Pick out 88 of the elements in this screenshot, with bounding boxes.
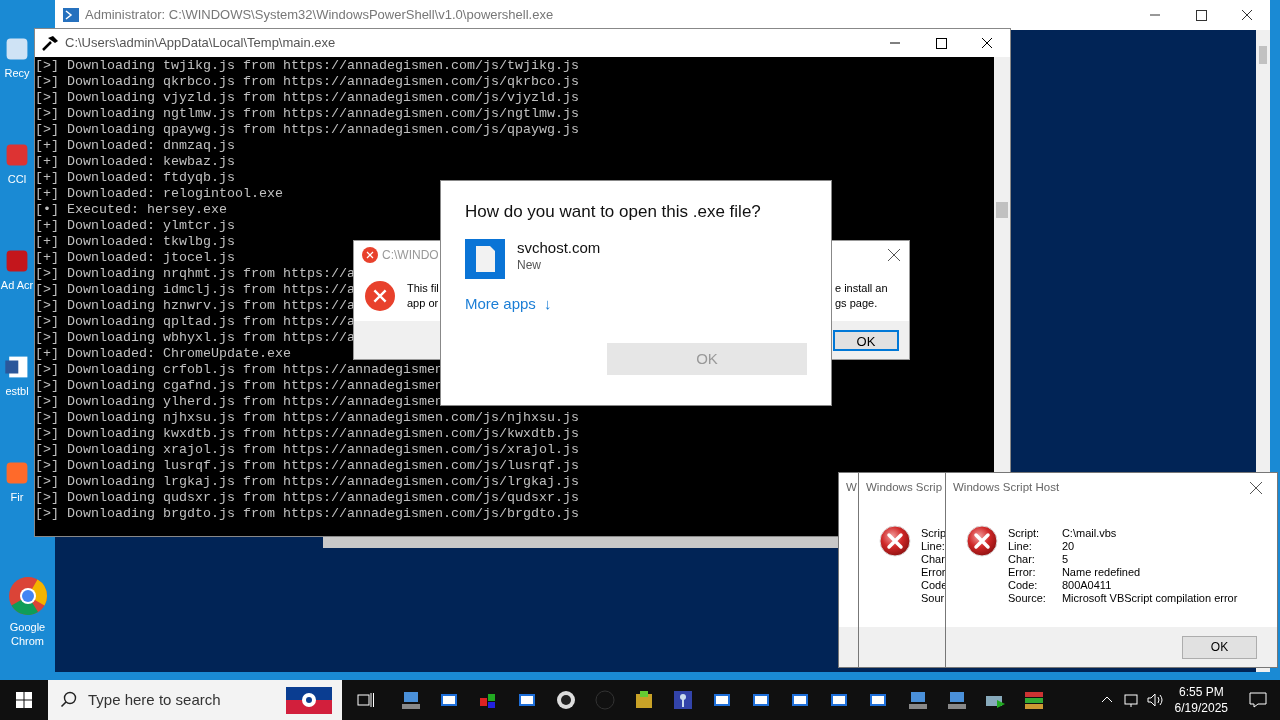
task-view-icon[interactable] [357, 692, 375, 708]
console-line: [>] Downloading kwxdtb.js from https://annadegismen.com/js/kwxdtb.js [35, 426, 579, 442]
field-value: C:\mail.vbs [1061, 527, 1118, 540]
field-label: Line: [921, 540, 946, 553]
console-line: [+] Downloaded: jtocel.js [35, 250, 235, 266]
console-line: [>] Downloading idmclj.js from https://a [35, 282, 355, 298]
field-label: Char: [1008, 553, 1036, 566]
field-label: Error: [1008, 566, 1037, 579]
console-line: [>] Downloading ylherd.js from https://annadegismen [35, 394, 443, 410]
console-line: [>] Downloading twjikg.js from https://annadegismen.com/js/twjikg.js [35, 58, 579, 74]
console-line: [+] Downloaded: dnmzaq.js [35, 138, 235, 154]
error-icon [365, 281, 395, 311]
console-line: [>] Downloading qpltad.js from https://a [35, 314, 355, 330]
error-icon [966, 525, 998, 557]
ok-button[interactable]: OK [1182, 635, 1257, 659]
console-line: [>] Downloading cgafnd.js from https://annadegismen [35, 378, 443, 394]
field-value: 800A0411 [1061, 579, 1113, 592]
close-icon[interactable] [887, 248, 901, 262]
field-value: 5 [1061, 553, 1070, 566]
chrome-icon[interactable] [7, 576, 48, 616]
field-label: Code: [1008, 579, 1039, 592]
console-line: [>] Downloading qpaywg.js from https://annadegismen.com/js/qpaywg.js [35, 122, 579, 138]
ok-button[interactable]: OK [833, 329, 899, 351]
console-line: [>] Downloading njhxsu.js from https://annadegismen.com/js/njhxsu.js [35, 410, 579, 426]
console-line: [+] Downloaded: ftdyqb.js [35, 170, 235, 186]
icon-label: Recy [4, 66, 30, 80]
powershell-icon [63, 8, 79, 22]
error-message: app or [407, 296, 439, 311]
field-label: Char [921, 553, 946, 566]
close-icon[interactable] [1249, 481, 1263, 495]
word-icon[interactable] [4, 354, 30, 380]
horizontal-scrollbar[interactable] [323, 537, 838, 548]
dialog-title: Windows Script Host [953, 480, 1060, 496]
clock-date[interactable]: 6/19/2025 [1174, 700, 1228, 716]
field-label: Line: [1008, 540, 1033, 553]
console-line: [+] Downloaded: relogintool.exe [35, 186, 283, 202]
error-icon [879, 525, 911, 557]
file-icon [465, 238, 505, 279]
console-line: [•] Executed: hersey.exe [35, 202, 227, 218]
field-label: Script: [1008, 527, 1041, 540]
console-line: [>] Downloading hznwrv.js from https://a [35, 298, 355, 314]
dialog-title: C:\WINDO [382, 247, 439, 264]
window-title: C:\Users\admin\AppData\Local\Temp\main.exe [65, 34, 336, 53]
field-label: Error [921, 566, 947, 579]
more-apps-link[interactable]: More apps ↓ [465, 292, 552, 315]
field-value: 20 [1061, 540, 1076, 553]
console-line: [+] Downloaded: ylmtcr.js [35, 218, 235, 234]
dialog-title: Windows Scrip [866, 480, 943, 496]
console-line: [>] Downloading wbhyxl.js from https://a [35, 330, 355, 346]
clock-time[interactable]: 6:55 PM [1178, 684, 1224, 700]
error-icon [362, 247, 378, 263]
console-line: [>] Downloading brgdto.js from https://annadegismen.com/js/brgdto.js [35, 506, 579, 522]
app-note: New [517, 256, 542, 273]
search-placeholder: Type here to search [88, 689, 221, 710]
console-line: [>] Downloading nrqhmt.js from https://a [35, 266, 355, 282]
field-label: Sour [921, 592, 946, 605]
console-line: [>] Downloading ngtlmw.js from https://annadegismen.com/js/ngtlmw.js [35, 106, 579, 122]
console-line: [>] Downloading crfobl.js from https://annadegismen [35, 362, 443, 378]
app-name[interactable]: svchost.com [517, 238, 601, 257]
start-icon[interactable] [16, 692, 32, 708]
field-value: Name redefined [1061, 566, 1142, 579]
search-icon [60, 691, 78, 709]
error-message: gs page. [835, 296, 878, 311]
console-line: [+] Downloaded: tkwlbg.js [35, 234, 235, 250]
console-line: [>] Downloading qudsxr.js from https://annadegismen.com/js/qudsxr.js [35, 490, 579, 506]
icon-label: Google Chrom [8, 620, 47, 648]
console-line: [+] Downloaded: kewbaz.js [35, 154, 235, 170]
console-line: [>] Downloading lrgkaj.js from https://annadegismen.com/js/lrgkaj.js [35, 474, 579, 490]
search-field[interactable]: Type here to search [48, 680, 342, 720]
dialog-heading: How do you want to open this .exe file? [465, 201, 762, 223]
icon-label: CCl [7, 172, 27, 186]
error-message: e install an [835, 281, 888, 296]
icon-label: estbl [5, 384, 29, 398]
dialog-title: W [846, 480, 857, 496]
icon-label: Fir [10, 490, 24, 504]
field-label: Source: [1008, 592, 1046, 605]
console-line: [+] Downloaded: ChromeUpdate.exe [35, 346, 291, 362]
field-value: Microsoft VBScript compilation error [1061, 592, 1238, 605]
hammer-icon [41, 35, 59, 51]
icon-label: Ad Acr [0, 278, 34, 292]
console-line: [>] Downloading lusrqf.js from https://annadegismen.com/js/lusrqf.js [35, 458, 579, 474]
error-message: This fil [407, 281, 439, 296]
console-line: [>] Downloading xrajol.js from https://annadegismen.com/js/xrajol.js [35, 442, 579, 458]
window-title: Administrator: C:\WINDOWS\System32\WindowsPowerShell\v1.0\powershell.exe [85, 6, 554, 25]
console-line: [>] Downloading qkrbco.js from https://annadegismen.com/js/qkrbco.js [35, 74, 579, 90]
console-line: [>] Downloading vjyzld.js from https://annadegismen.com/js/vjyzld.js [35, 90, 579, 106]
field-label: Scrip [921, 527, 948, 540]
notification-icon[interactable] [1249, 692, 1267, 708]
